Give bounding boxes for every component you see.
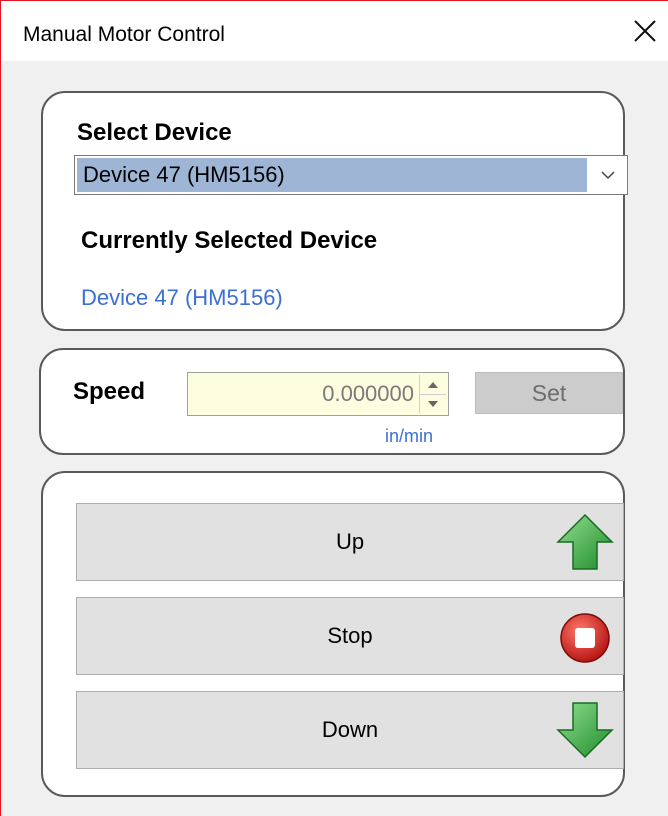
green-arrow-down-icon xyxy=(556,702,614,759)
green-arrow-up-icon xyxy=(556,513,614,570)
currently-selected-value: Device 47 (HM5156) xyxy=(81,285,283,310)
speed-label: Speed xyxy=(73,378,146,405)
caret-down-icon xyxy=(428,400,438,407)
speed-spinner xyxy=(419,375,446,413)
chevron-down-icon xyxy=(601,171,615,180)
device-select[interactable]: Device 47 (HM5156) xyxy=(74,155,628,195)
device-select-value: Device 47 (HM5156) xyxy=(77,158,587,192)
dropdown-button[interactable] xyxy=(591,158,625,192)
title-bar[interactable]: Manual Motor Control xyxy=(1,1,668,61)
stop-button-label: Stop xyxy=(327,623,373,648)
caret-up-icon xyxy=(428,381,438,388)
up-button[interactable]: Up xyxy=(76,503,624,581)
window-title: Manual Motor Control xyxy=(23,23,225,46)
close-icon xyxy=(634,20,656,42)
manual-motor-control-window: Manual Motor Control Select Device Devic… xyxy=(0,0,668,816)
speed-unit: in/min xyxy=(385,426,434,446)
speed-input[interactable]: 0.000000 xyxy=(187,372,449,416)
motion-controls-group: Up Stop Down xyxy=(41,471,625,797)
speed-group: Speed 0.000000 in/min Set xyxy=(39,348,625,455)
down-button[interactable]: Down xyxy=(76,691,624,769)
spin-down-button[interactable] xyxy=(420,394,446,413)
select-device-label: Select Device xyxy=(77,119,232,146)
up-button-label: Up xyxy=(335,529,365,554)
stop-button[interactable]: Stop xyxy=(76,597,624,675)
speed-value: 0.000000 xyxy=(322,381,414,406)
currently-selected-label: Currently Selected Device xyxy=(81,227,378,254)
down-button-label: Down xyxy=(321,717,379,742)
red-stop-icon xyxy=(560,613,610,663)
set-button[interactable]: Set xyxy=(475,372,623,414)
spin-up-button[interactable] xyxy=(420,375,446,395)
device-group: Select Device Device 47 (HM5156) Current… xyxy=(41,91,628,331)
close-button[interactable] xyxy=(622,1,668,61)
